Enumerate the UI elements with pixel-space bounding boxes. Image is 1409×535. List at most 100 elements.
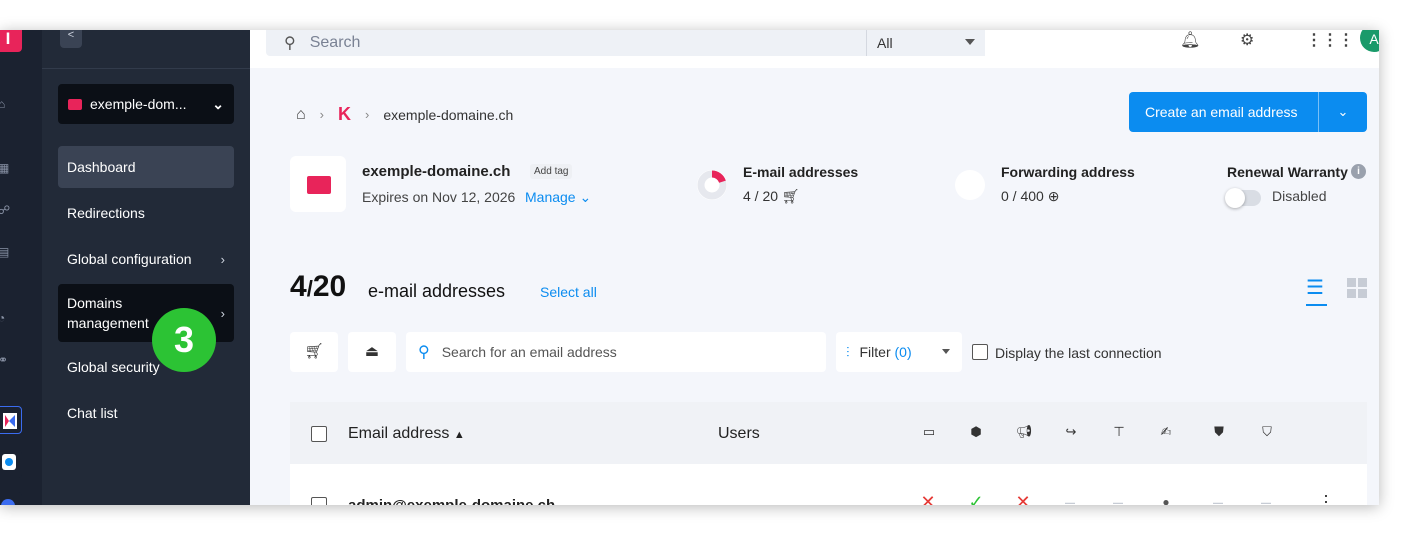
bell-icon[interactable]: 🔔︎ [1180, 30, 1200, 50]
sidebar-item-label: Global configuration [67, 251, 192, 267]
envelope-icon [307, 176, 331, 194]
shield-x-icon: ⛊ [1214, 424, 1224, 439]
status-x-icon: ✕ [920, 492, 936, 505]
status-none-icon: – [1212, 492, 1223, 505]
filter-label: Filter [859, 344, 891, 360]
email-search-placeholder: Search for an email address [441, 344, 617, 360]
gear-icon[interactable]: ⚙ [1240, 30, 1254, 50]
sidebar-item-global-configuration[interactable]: Global configuration › [58, 238, 234, 280]
cart-icon: 🛒︎ [304, 343, 324, 360]
app-other-icon[interactable] [0, 492, 22, 505]
status-none-icon: – [1112, 492, 1123, 505]
email-count: 4 / 20 [743, 188, 779, 204]
scope-value: All [877, 35, 893, 51]
row-menu-kebab-icon[interactable]: ⋮ [1316, 492, 1336, 505]
sidebar-divider [42, 68, 250, 69]
manage-link[interactable]: Manage ⌄ [525, 189, 591, 206]
home-icon[interactable]: ⌂ [296, 106, 306, 124]
support-icon[interactable]: ◔ [0, 310, 14, 326]
search-icon: ⚲ [418, 344, 430, 361]
sidebar-item-label: Chat list [67, 405, 118, 421]
add-tag-button[interactable]: Add tag [530, 164, 573, 179]
sidebar-item-chat-list[interactable]: Chat list [58, 392, 234, 434]
app-blue-icon [1, 499, 15, 505]
app-window: I ⌂ ▦ ☍ ▤ ◔ ⚭ < exemple-dom... ⌄ Dashboa… [0, 30, 1379, 505]
email-count-label: e-mail addresses [368, 281, 506, 301]
add-circle-icon[interactable]: ⊕ [1048, 188, 1060, 204]
grid-building-icon[interactable]: ▤ [0, 244, 14, 260]
renewal-toggle[interactable] [1225, 188, 1261, 208]
renewal-status: Disabled [1272, 188, 1327, 204]
row-checkbox[interactable] [311, 497, 327, 505]
list-view-button[interactable]: ☰ [1306, 278, 1328, 306]
avatar[interactable]: A [1360, 30, 1379, 52]
select-all-link[interactable]: Select all [540, 284, 597, 300]
count-used: 4 [290, 270, 307, 303]
status-none-icon: – [1064, 492, 1075, 505]
column-header-email[interactable]: Email address ▲ [348, 425, 465, 443]
count-total: 20 [312, 270, 347, 303]
domain-selector[interactable]: exemple-dom... ⌄ [58, 84, 234, 124]
forward-usage-ring [955, 170, 985, 200]
forward-stat-title: Forwarding address [1001, 164, 1135, 180]
chevron-down-icon: ⌄ [579, 189, 592, 205]
forward-arrow-icon: ↪ [1065, 424, 1077, 439]
breadcrumb-separator-icon: › [365, 107, 370, 122]
sort-ascending-icon: ▲ [453, 429, 465, 441]
sidebar: < exemple-dom... ⌄ Dashboard Redirection… [42, 30, 250, 505]
shield-download-icon: ⬢ [970, 424, 982, 439]
row-email-address[interactable]: admin@exemple-domaine.ch [348, 497, 555, 505]
kmail-k-icon [3, 413, 17, 429]
sidebar-item-redirections[interactable]: Redirections [58, 192, 234, 234]
label-line-2: management [67, 315, 149, 331]
kmail-logo-icon[interactable]: K [338, 104, 351, 125]
search-icon: ⚲ [284, 35, 296, 52]
collapse-sidebar-button[interactable]: < [60, 30, 82, 48]
select-all-rows-checkbox[interactable] [311, 426, 327, 442]
toggle-knob [1225, 188, 1245, 208]
info-icon[interactable]: i [1351, 164, 1366, 179]
breadcrumb: ⌂ › K › exemple-domaine.ch [296, 104, 513, 125]
users-icon[interactable]: ☍ [0, 202, 14, 218]
chevron-down-icon: ⌄ [212, 95, 224, 112]
building-icon[interactable]: ▦ [0, 160, 14, 176]
domain-selector-label: exemple-dom... [90, 96, 187, 112]
grid-view-button[interactable] [1347, 278, 1367, 298]
app-kdrive-icon[interactable] [0, 450, 22, 478]
display-last-connection-checkbox[interactable] [972, 344, 988, 360]
global-search-input[interactable]: ⚲ Search [266, 30, 866, 56]
email-search-input[interactable]: ⚲ Search for an email address [406, 332, 826, 372]
home-icon[interactable]: ⌂ [0, 96, 14, 112]
cart-icon[interactable]: 🛒︎ [782, 188, 800, 204]
domain-avatar [290, 156, 346, 212]
search-scope-select[interactable]: All [866, 30, 985, 56]
domain-name: exemple-domaine.ch [362, 163, 511, 180]
email-count-heading: 4/20 [290, 270, 346, 304]
shield-check-icon: ⛉ [1262, 424, 1272, 439]
status-none-icon: – [1260, 492, 1271, 505]
app-kmail-icon[interactable] [0, 406, 22, 434]
create-email-dropdown-button[interactable]: ⌄ [1319, 104, 1367, 120]
apps-grid-icon[interactable]: ⋮⋮⋮ [1306, 30, 1354, 50]
breadcrumb-separator-icon: › [319, 107, 325, 122]
infomaniak-logo[interactable]: I [0, 30, 22, 52]
caret-down-icon [942, 349, 950, 354]
sidebar-item-label: Redirections [67, 205, 145, 221]
status-check-icon: ✓ [968, 492, 984, 505]
sliders-icon: ⫶ [846, 343, 850, 360]
chevron-left-icon: < [67, 30, 75, 41]
import-button[interactable]: ⏏ [348, 332, 396, 372]
filter-button[interactable]: ⫶ Filter (0) [836, 332, 962, 372]
sidebar-item-label: Dashboard [67, 159, 136, 175]
caret-down-icon [965, 39, 975, 45]
sidebar-item-label: Domains management [67, 293, 149, 333]
megaphone-blocked-icon: 📢︎ [1015, 424, 1033, 439]
forward-count: 0 / 400 [1001, 188, 1044, 204]
cart-button[interactable]: 🛒︎ [290, 332, 338, 372]
sidebar-item-dashboard[interactable]: Dashboard [58, 146, 234, 188]
icon-rail: I ⌂ ▦ ☍ ▤ ◔ ⚭ [0, 30, 42, 505]
column-email-label: Email address [348, 425, 450, 442]
signature-icon: ✍︎ [1160, 424, 1172, 439]
handshake-icon[interactable]: ⚭ [0, 352, 14, 368]
create-email-button[interactable]: Create an email address [1129, 104, 1318, 120]
